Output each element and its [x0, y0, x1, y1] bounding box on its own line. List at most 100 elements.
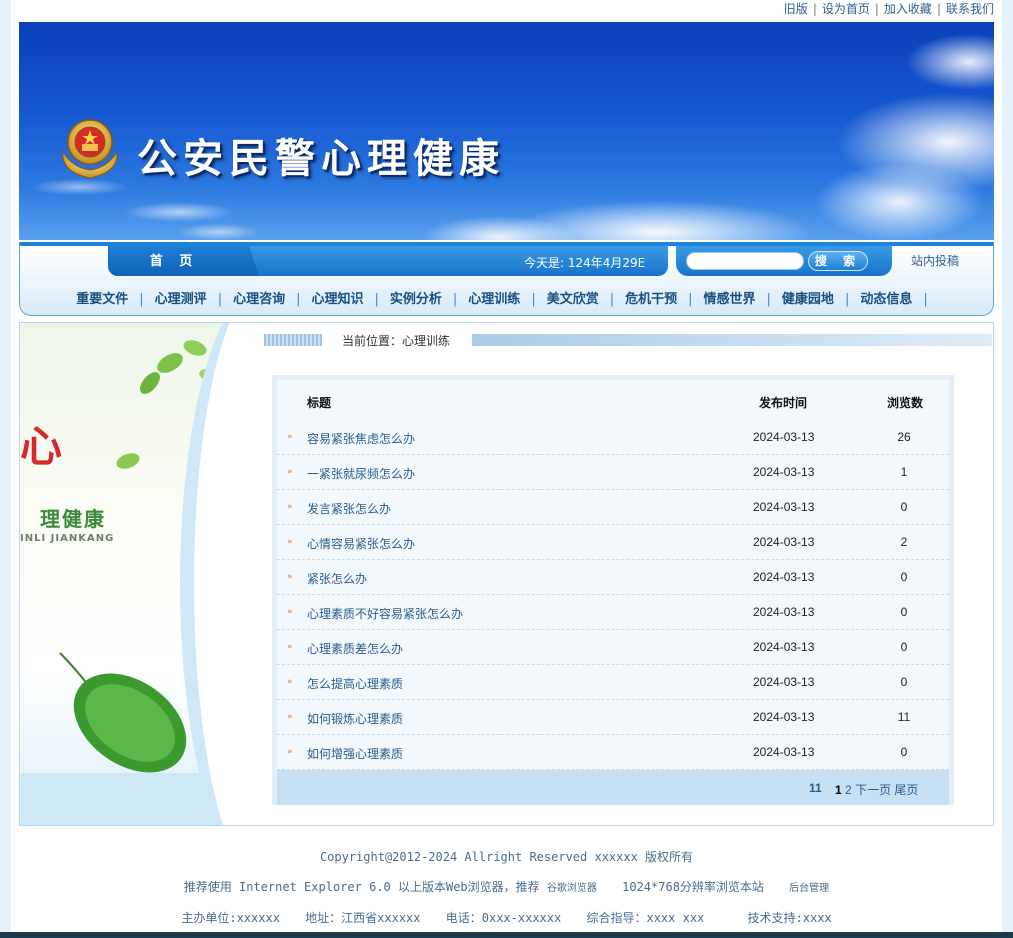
bullet-arrow-icon: »: [287, 677, 293, 687]
next-page-link[interactable]: 下一页: [855, 783, 891, 797]
item-title[interactable]: 心理素质不好容易紧张怎么办: [307, 605, 463, 622]
tech-support: 技术支持:xxxx: [747, 911, 832, 925]
page: 旧版 | 设为首页 | 加入收藏 | 联系我们 公安民警心理健康 首 页 今天是: 124年…: [11, 0, 1002, 938]
header-views: 浏览数: [887, 396, 924, 410]
item-views: 0: [900, 640, 908, 654]
item-title[interactable]: 发言紧张怎么办: [307, 500, 391, 517]
home-tab[interactable]: 首 页: [108, 246, 240, 276]
list-item[interactable]: » 怎么提高心理素质 2024-03-13 0: [277, 665, 949, 700]
today-date: 今天是: 124年4月29E: [524, 256, 646, 270]
item-views: 1: [900, 465, 908, 479]
item-title[interactable]: 心理素质差怎么办: [307, 640, 403, 657]
top-links: 旧版 | 设为首页 | 加入收藏 | 联系我们: [784, 0, 994, 16]
item-views: 11: [897, 710, 911, 724]
item-title[interactable]: 如何锻炼心理素质: [307, 710, 403, 727]
item-title[interactable]: 心情容易紧张怎么办: [307, 535, 415, 552]
search-button[interactable]: 搜 索: [808, 251, 868, 271]
list-item[interactable]: » 一紧张就尿频怎么办 2024-03-13 1: [277, 455, 949, 490]
divider: |: [923, 292, 928, 307]
content-area: 心 理健康 INLI JIANKANG 当前位置：心理训练 标题 发布时间 浏览…: [19, 322, 994, 826]
divider: |: [844, 292, 850, 307]
item-views: 0: [900, 500, 908, 514]
bullet-arrow-icon: »: [287, 537, 293, 547]
divider: |: [688, 292, 693, 307]
pagination: 11 1 2 下一页 尾页: [277, 770, 949, 805]
menu-item-training[interactable]: 心理训练: [468, 292, 520, 307]
admin-link[interactable]: 后台管理: [789, 883, 829, 894]
menu-item-emotion[interactable]: 情感世界: [704, 292, 756, 307]
article-list: 标题 发布时间 浏览数 » 容易紧张焦虑怎么办 2024-03-13 26 » …: [272, 375, 954, 805]
list-item[interactable]: » 心理素质差怎么办 2024-03-13 0: [277, 630, 949, 665]
menu-item-news[interactable]: 动态信息: [860, 292, 912, 307]
menu-item-articles[interactable]: 美文欣赏: [547, 292, 599, 307]
host-unit: 主办单位:xxxxxx: [181, 911, 280, 925]
bullet-arrow-icon: »: [287, 642, 293, 652]
item-date: 2024-03-13: [753, 570, 815, 584]
item-views: 0: [900, 605, 908, 619]
side-text-pinyin: INLI JIANKANG: [20, 533, 115, 544]
item-date: 2024-03-13: [753, 535, 815, 549]
bullet-arrow-icon: »: [287, 572, 293, 582]
phone: 电话：0xxx-xxxxxx: [445, 911, 562, 925]
list-item[interactable]: » 紧张怎么办 2024-03-13 0: [277, 560, 949, 595]
list-item[interactable]: » 容易紧张焦虑怎么办 2024-03-13 26: [277, 420, 949, 455]
menu-item-consultation[interactable]: 心理咨询: [233, 292, 285, 307]
item-date: 2024-03-13: [753, 465, 815, 479]
item-views: 0: [900, 570, 908, 584]
resolution-text: 1024*768分辨率浏览本站: [622, 880, 764, 894]
bullet-arrow-icon: »: [287, 502, 293, 512]
banner: 公安民警心理健康: [19, 22, 994, 240]
bullet-arrow-icon: »: [287, 467, 293, 477]
bottom-bar: [0, 932, 1013, 938]
item-title[interactable]: 如何增强心理素质: [307, 745, 403, 762]
list-item[interactable]: » 心情容易紧张怎么办 2024-03-13 2: [277, 525, 949, 560]
item-date: 2024-03-13: [753, 430, 815, 444]
divider: |: [217, 292, 223, 307]
contact-us-link[interactable]: 联系我们: [946, 2, 994, 16]
menu-item-crisis[interactable]: 危机干预: [625, 292, 677, 307]
recommend-text: 推荐使用 Internet Explorer 6.0 以上版本Web浏览器，推荐: [183, 880, 540, 894]
police-emblem-icon: [62, 119, 118, 179]
nav-strip: 首 页 今天是: 124年4月29E: [108, 246, 668, 276]
list-item[interactable]: » 如何增强心理素质 2024-03-13 0: [277, 735, 949, 770]
item-title[interactable]: 容易紧张焦虑怎么办: [307, 430, 415, 447]
item-views: 2: [900, 535, 908, 549]
item-date: 2024-03-13: [753, 745, 815, 759]
site-title: 公安民警心理健康: [137, 135, 505, 182]
item-views: 26: [897, 430, 911, 444]
total-count: 11: [809, 781, 822, 795]
set-homepage-link[interactable]: 设为首页: [822, 2, 870, 16]
divider: |: [374, 292, 379, 307]
item-date: 2024-03-13: [753, 710, 815, 724]
breadcrumb-label: 当前位置：心理训练: [342, 334, 451, 348]
breadcrumb: 当前位置：心理训练: [264, 331, 992, 349]
divider: |: [296, 292, 301, 307]
search-input[interactable]: [686, 252, 804, 270]
crumb-bar-left: [264, 334, 322, 346]
add-favorite-link[interactable]: 加入收藏: [884, 2, 932, 16]
menu-item-important-docs[interactable]: 重要文件: [76, 292, 128, 307]
divider: |: [139, 292, 144, 307]
menu-item-assessment[interactable]: 心理测评: [155, 292, 207, 307]
item-views: 0: [900, 675, 908, 689]
menu-item-health[interactable]: 健康园地: [782, 292, 834, 307]
side-text-cn: 理健康: [40, 507, 106, 531]
page-2-link[interactable]: 2: [845, 783, 852, 797]
list-item[interactable]: » 如何锻炼心理素质 2024-03-13 11: [277, 700, 949, 735]
submit-article-link[interactable]: 站内投稿: [911, 252, 959, 269]
item-title[interactable]: 一紧张就尿频怎么办: [307, 465, 415, 482]
search-area: 搜 索: [676, 246, 892, 276]
side-decoration: 心 理健康 INLI JIANKANG: [20, 323, 256, 825]
divider: |: [874, 2, 879, 16]
menu-item-case-analysis[interactable]: 实例分析: [390, 292, 442, 307]
last-page-link[interactable]: 尾页: [894, 783, 918, 797]
item-title[interactable]: 怎么提高心理素质: [307, 675, 403, 692]
list-item[interactable]: » 心理素质不好容易紧张怎么办 2024-03-13 0: [277, 595, 949, 630]
menu-item-knowledge[interactable]: 心理知识: [311, 292, 363, 307]
bullet-arrow-icon: »: [287, 607, 293, 617]
side-heart-char: 心: [20, 422, 63, 471]
list-item[interactable]: » 发言紧张怎么办 2024-03-13 0: [277, 490, 949, 525]
item-title[interactable]: 紧张怎么办: [307, 570, 367, 587]
item-views: 0: [900, 745, 908, 759]
old-version-link[interactable]: 旧版: [784, 2, 808, 16]
